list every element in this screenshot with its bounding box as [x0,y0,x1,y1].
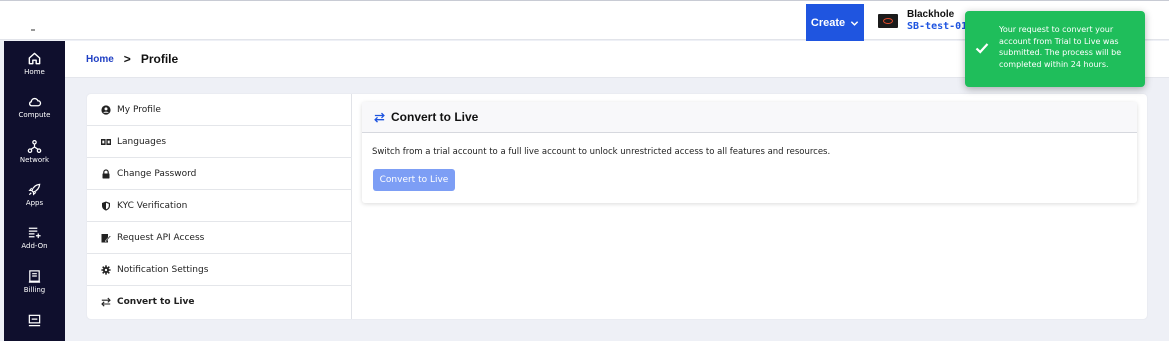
sidebar-item-label: Home [24,68,45,76]
menu-item-kyc-verification[interactable]: KYC Verification [87,190,352,222]
sidebar-item-billing[interactable]: Billing [4,269,65,294]
sidebar-item-apps[interactable]: Apps [4,182,65,207]
breadcrumb: Home > Profile [86,52,178,66]
create-button[interactable]: Create [806,4,864,42]
menu-item-label: KYC Verification [117,200,188,211]
swap-icon [374,112,385,123]
menu-item-my-profile[interactable]: My Profile [87,94,352,126]
menu-item-label: Languages [117,136,167,147]
panel-description: Switch from a trial account to a full li… [372,147,831,157]
menu-item-label: Convert to Live [117,297,195,307]
convert-to-live-button[interactable]: Convert to Live [373,169,455,191]
toast-message: Your request to convert your account fro… [999,25,1122,69]
sidebar-item-support[interactable] [4,313,65,330]
account-name: Blackhole [907,9,955,20]
account-logo-icon [878,14,898,28]
checkmark-icon [975,43,989,54]
sidebar: Home Compute Network Apps Add-On Billing [4,41,65,341]
receipt-icon [28,270,41,283]
sidebar-item-label: Compute [18,111,51,119]
home-icon [28,52,41,65]
sidebar-item-add-on[interactable]: Add-On [4,225,65,250]
profile-menu: My Profile Languages Change Password KYC… [87,94,352,319]
profile-card: My Profile Languages Change Password KYC… [87,94,1147,319]
menu-item-convert-to-live[interactable]: Convert to Live [87,286,352,318]
panel-title: Convert to Live [391,110,479,124]
create-button-label: Create [810,17,846,29]
gear-icon [101,264,111,275]
menu-item-label: Notification Settings [117,264,209,275]
swap-icon [101,297,111,307]
menu-item-label: Request API Access [117,232,205,243]
account-switcher[interactable]: Blackhole SB-test-01 [878,9,967,33]
support-icon [28,314,41,327]
sidebar-item-compute[interactable]: Compute [4,94,65,119]
rocket-icon [28,183,41,196]
panel-header: Convert to Live [362,102,1137,133]
cloud-icon [29,97,42,107]
pen-icon [101,233,111,242]
account-id: SB-test-01 [907,21,968,32]
list-add-icon [28,227,41,239]
lock-icon [102,168,110,178]
breadcrumb-current: Profile [140,52,179,66]
top-bar-marker [31,29,35,31]
sidebar-item-network[interactable]: Network [4,139,65,164]
menu-item-request-api-access[interactable]: Request API Access [87,222,352,254]
shield-icon [102,201,110,211]
menu-item-notification-settings[interactable]: Notification Settings [87,254,352,286]
language-icon [101,138,111,145]
menu-item-languages[interactable]: Languages [87,126,352,158]
chevron-down-icon [850,20,859,26]
menu-item-label: My Profile [117,104,161,115]
menu-item-change-password[interactable]: Change Password [87,158,352,190]
sidebar-item-home[interactable]: Home [4,51,65,76]
user-circle-icon [101,104,111,115]
convert-panel: Convert to Live Switch from a trial acco… [362,102,1137,203]
sidebar-item-label: Billing [23,286,46,294]
sidebar-item-label: Add-On [21,242,48,250]
sidebar-item-label: Network [19,156,50,164]
menu-item-label: Change Password [117,168,197,179]
sidebar-item-label: Apps [25,199,44,207]
success-toast[interactable]: Your request to convert your account fro… [965,11,1145,87]
breadcrumb-separator: > [123,52,131,66]
network-icon [27,139,42,154]
breadcrumb-home-link[interactable]: Home [86,54,114,65]
